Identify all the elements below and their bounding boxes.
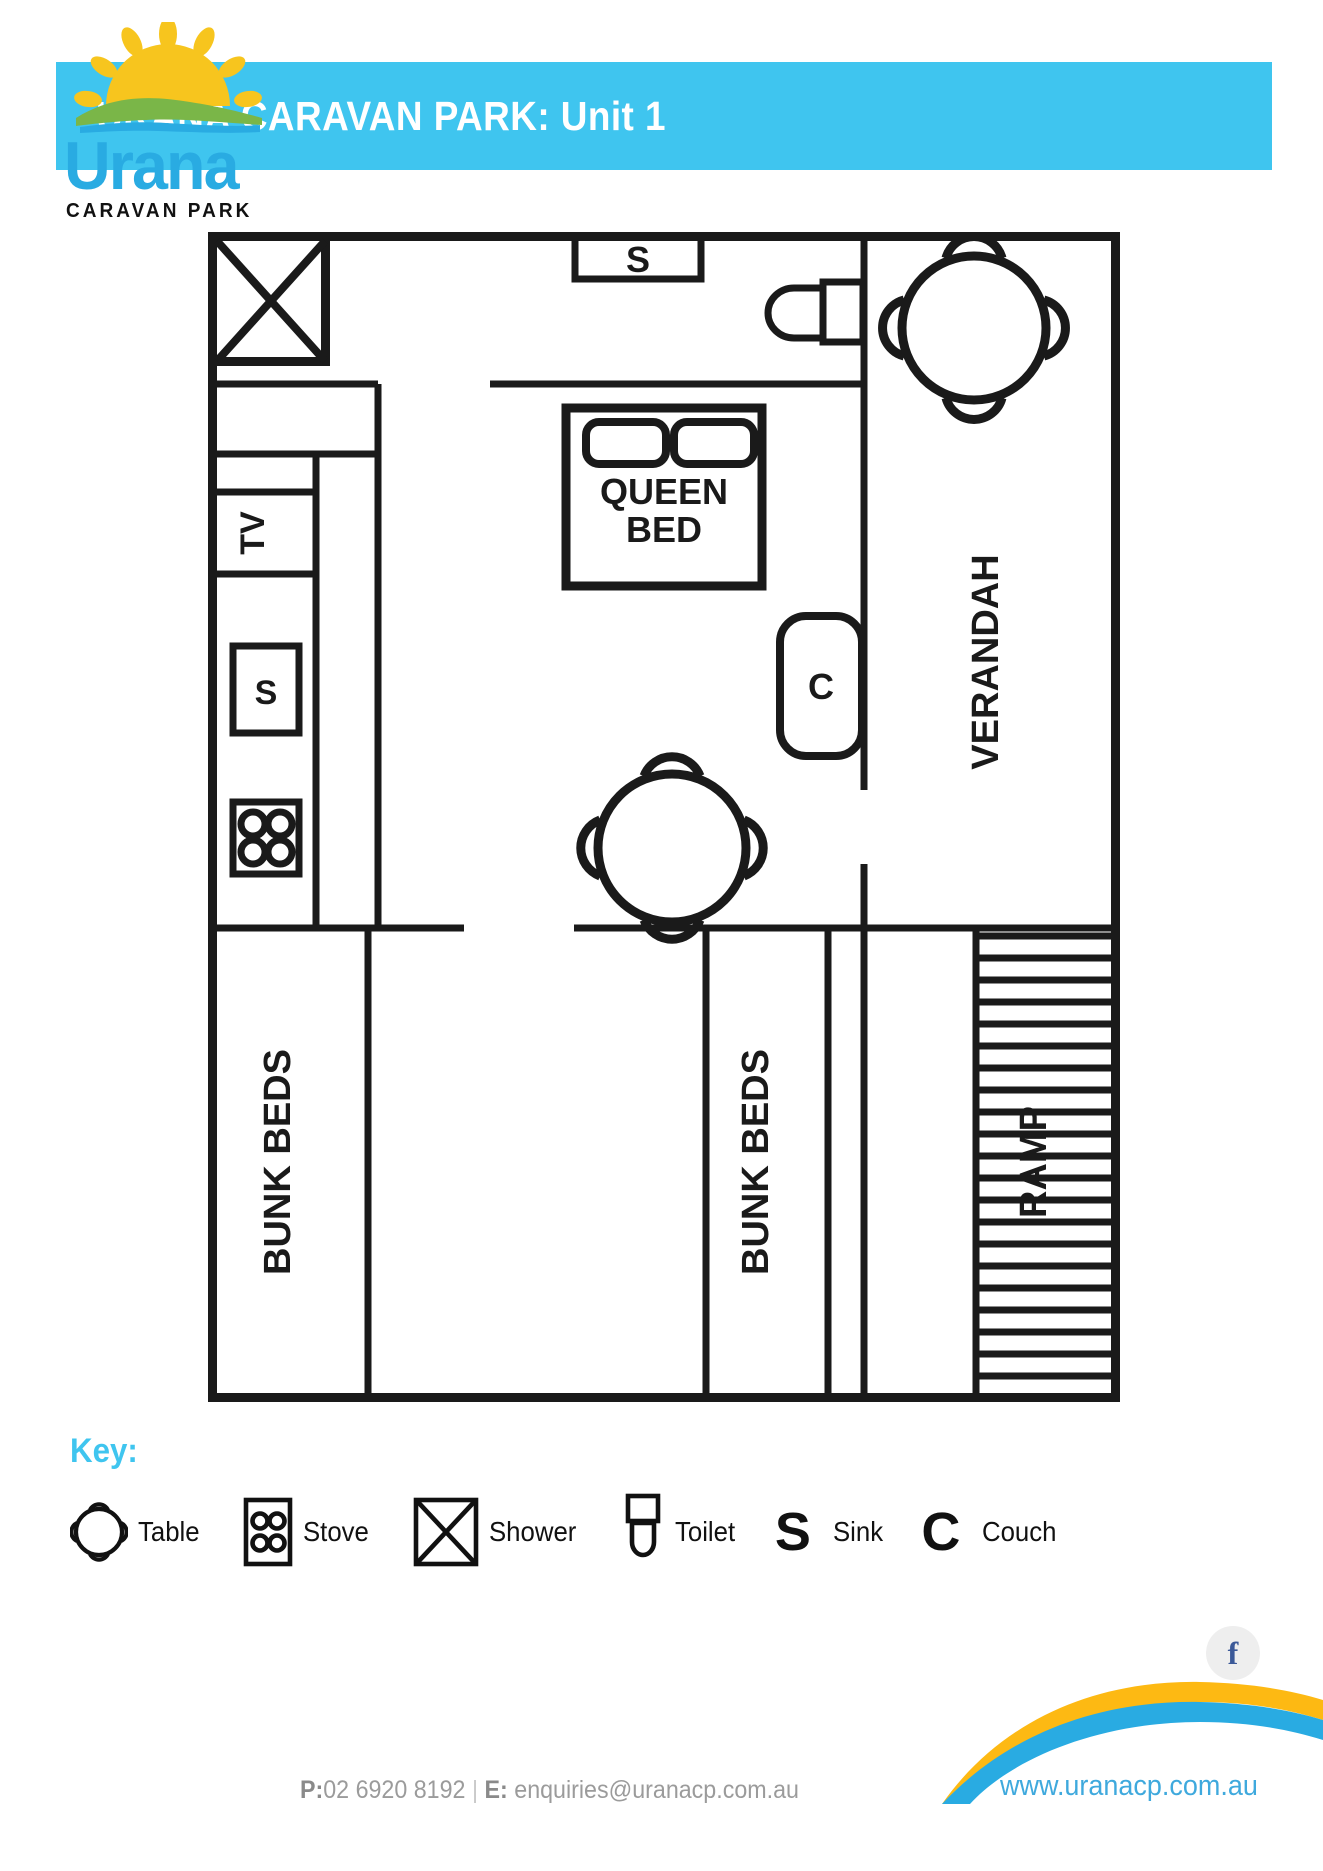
key-item-toilet: Toilet	[621, 1493, 740, 1571]
table-icon	[70, 1496, 128, 1568]
facebook-glyph: f	[1227, 1635, 1239, 1671]
urana-logo: Urana CARAVAN PARK	[62, 17, 274, 227]
contact-line: P:02 6920 8192 | E: enquiries@uranacp.com.…	[300, 1776, 799, 1806]
email-prefix: E:	[484, 1776, 508, 1804]
couch-label: C	[808, 666, 834, 707]
email-address[interactable]: enquiries@uranacp.com.au	[514, 1776, 799, 1804]
bunk-beds-left-label: BUNK BEDS	[257, 1049, 299, 1275]
toilet-icon	[621, 1493, 665, 1571]
contact-separator: |	[471, 1776, 479, 1804]
sink-bathroom-label: S	[626, 239, 650, 280]
stove-icon	[229, 798, 303, 878]
phone-number: 02 6920 8192	[323, 1776, 466, 1804]
shower-icon	[413, 1497, 479, 1567]
key-label-sink: Sink	[832, 1516, 884, 1547]
key-label-couch: Couch	[982, 1516, 1057, 1547]
table-icon-interior	[576, 752, 768, 944]
key-item-table: Table	[70, 1496, 205, 1568]
facebook-icon[interactable]: f	[1206, 1626, 1260, 1680]
shower-icon	[208, 232, 330, 366]
key-item-sink: S Sink	[775, 1505, 888, 1559]
floorplan-diagram: QUEEN BED S S C TV VERANDAH BUNK BEDS BU…	[208, 232, 1120, 1402]
verandah-label: VERANDAH	[965, 554, 1007, 769]
tv-label: TV	[234, 511, 272, 555]
key-heading: Key:	[70, 1432, 138, 1470]
sink-icon: S	[774, 1502, 811, 1562]
logo-subtitle: CARAVAN PARK	[66, 200, 253, 222]
key-item-stove: Stove	[243, 1497, 375, 1567]
key-legend: Key: Table Stove Shower Toilet S Sink C …	[70, 1432, 1250, 1592]
key-item-couch: C Couch	[921, 1505, 1063, 1559]
ramp-label: RAMP	[1013, 1106, 1055, 1218]
key-label-stove: Stove	[302, 1516, 369, 1547]
stove-icon	[243, 1497, 293, 1567]
key-label-shower: Shower	[488, 1516, 576, 1547]
sun-hill-logo-icon	[74, 17, 262, 133]
couch-icon: C	[921, 1502, 961, 1562]
toilet-icon	[764, 278, 867, 346]
key-items-row: Table Stove Shower Toilet S Sink C Couch	[70, 1487, 1250, 1577]
queen-bed-label-line2: BED	[626, 509, 702, 550]
bunk-beds-right-label: BUNK BEDS	[735, 1049, 777, 1275]
key-label-table: Table	[138, 1516, 200, 1547]
key-label-toilet: Toilet	[675, 1516, 736, 1547]
logo-wordmark: Urana	[64, 128, 240, 204]
sink-kitchen-label: S	[255, 674, 278, 712]
website-url[interactable]: www.uranacp.com.au	[1000, 1770, 1258, 1803]
phone-prefix: P:	[300, 1776, 324, 1804]
kitchen-bench	[212, 380, 382, 932]
queen-bed-label-line1: QUEEN	[600, 471, 728, 512]
key-item-shower: Shower	[413, 1497, 584, 1567]
table-icon-verandah	[878, 232, 1070, 424]
